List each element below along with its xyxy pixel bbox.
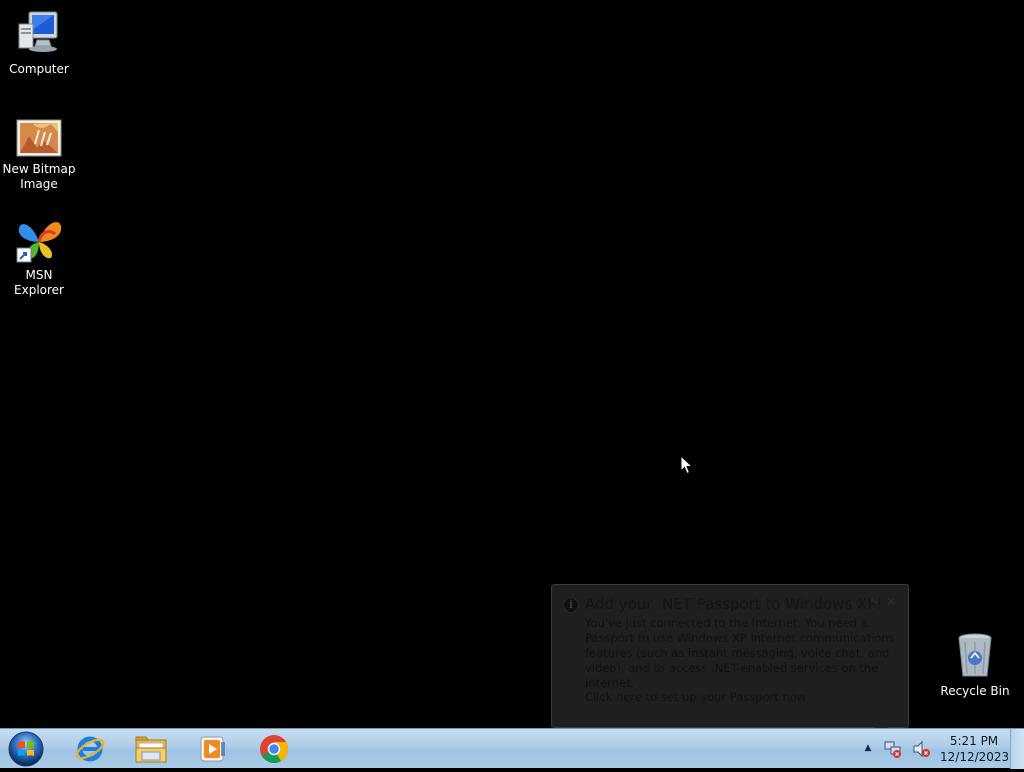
desktop-icon-computer[interactable]: Computer	[0, 10, 78, 77]
taskbar-windows-explorer-button[interactable]	[123, 730, 179, 768]
balloon-body-text: You've just connected to the Internet. Y…	[585, 616, 895, 690]
setup-passport-link[interactable]: Click here to set up your Passport now	[585, 690, 806, 704]
computer-icon	[15, 10, 63, 58]
chrome-icon	[260, 735, 288, 763]
pin-icon[interactable]: ✎	[868, 596, 880, 608]
msn-butterfly-icon	[15, 216, 63, 264]
info-icon: i	[563, 597, 579, 613]
recycle-bin-icon	[951, 632, 999, 680]
network-error-icon[interactable]	[883, 739, 903, 759]
passport-balloon-notification[interactable]: i Add your .NET Passport to Windows XP! …	[551, 584, 909, 728]
taskbar-media-player-button[interactable]	[184, 730, 240, 768]
show-desktop-button[interactable]	[1010, 729, 1024, 769]
internet-explorer-icon	[75, 736, 105, 762]
desktop-icon-label: Recycle Bin	[940, 684, 1010, 698]
desktop-icon-recycle-bin[interactable]: Recycle Bin	[936, 632, 1014, 699]
desktop-icon-msn-explorer[interactable]: MSN Explorer	[0, 216, 78, 298]
desktop-icon-label: Computer	[9, 62, 69, 76]
folder-explorer-icon	[135, 736, 167, 763]
speaker-muted-icon[interactable]	[912, 739, 932, 759]
taskbar-chrome-button[interactable]	[246, 730, 302, 768]
desktop-icon-label: MSN Explorer	[14, 268, 64, 297]
desktop: Computer New Bitmap Image MSN Explorer R…	[0, 0, 1024, 741]
taskbar-clock[interactable]: 5:21 PM 12/12/2023	[940, 733, 1010, 765]
windows-start-orb	[8, 731, 44, 767]
close-icon[interactable]: ✕	[885, 596, 897, 608]
desktop-icon-new-bitmap-image[interactable]: New Bitmap Image	[0, 118, 78, 192]
clock-date: 12/12/2023	[940, 750, 1010, 764]
balloon-title: Add your .NET Passport to Windows XP!	[585, 595, 883, 613]
bitmap-image-icon	[15, 118, 63, 158]
chevron-up-icon[interactable]: ▲	[861, 741, 875, 755]
desktop-icon-label: New Bitmap Image	[2, 162, 76, 191]
taskbar-internet-explorer-button[interactable]	[62, 730, 118, 768]
start-button[interactable]	[6, 730, 46, 768]
clock-time: 5:21 PM	[949, 734, 999, 748]
media-player-icon	[200, 736, 225, 762]
taskbar: ▲ 5:21 PM 12/12/2023	[0, 728, 1024, 769]
mouse-cursor-icon	[680, 454, 694, 475]
